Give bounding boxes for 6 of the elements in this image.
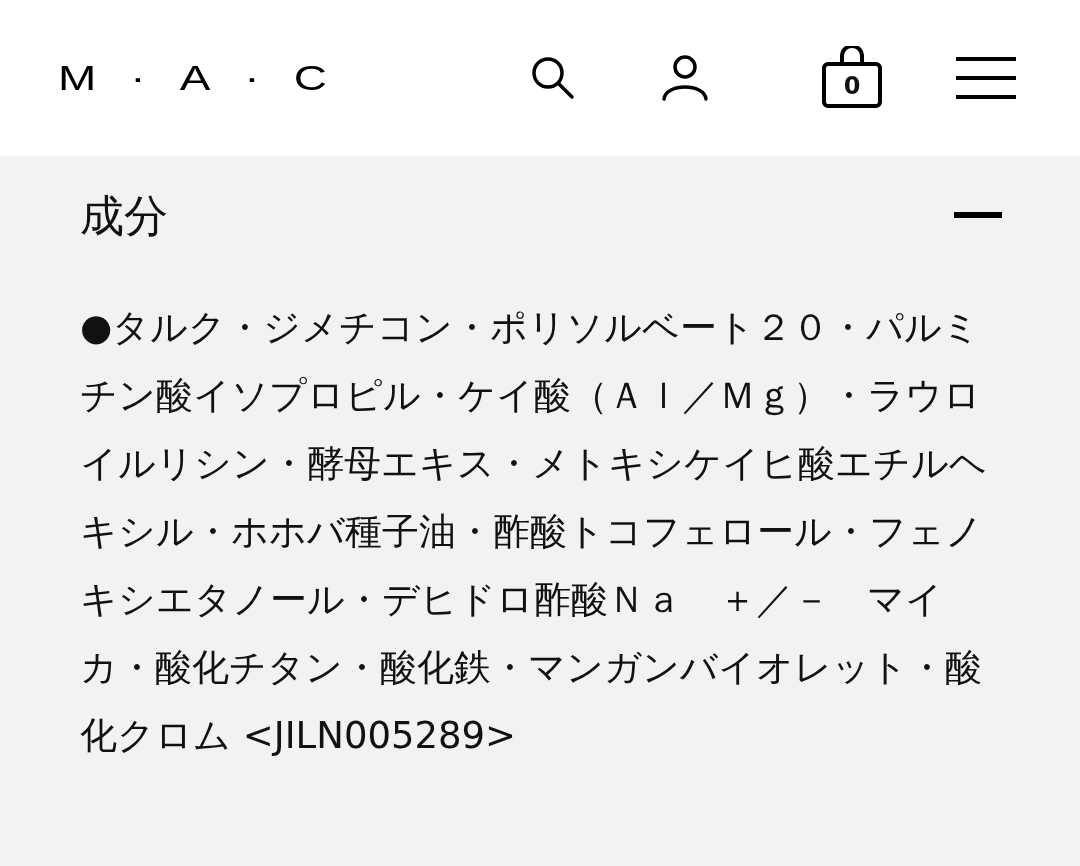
ingredients-text: ●タルク・ジメチコン・ポリソルベート２０・パルミチン酸イソプロピル・ケイ酸（Ａｌ／Ｍｇ）・ラウロイルリシン・酵母エキス・メトキシケイヒ酸エチルヘキシル・ホホバ種子油・酢酸トコフェロール・フェノキシエタノール・デヒドロ酢酸Ｎａ ＋／－ マイカ・酸化チタン・酸化鉄・マンガンバイオレット・酸化クロム <JILN005289> <box>80 305 988 759</box>
account-icon[interactable] <box>660 53 710 103</box>
section-title: 成分 <box>80 188 168 243</box>
collapse-icon[interactable] <box>954 212 1002 220</box>
bag-count: 0 <box>842 72 862 100</box>
brand-logo[interactable]: M·A·C <box>58 57 361 99</box>
